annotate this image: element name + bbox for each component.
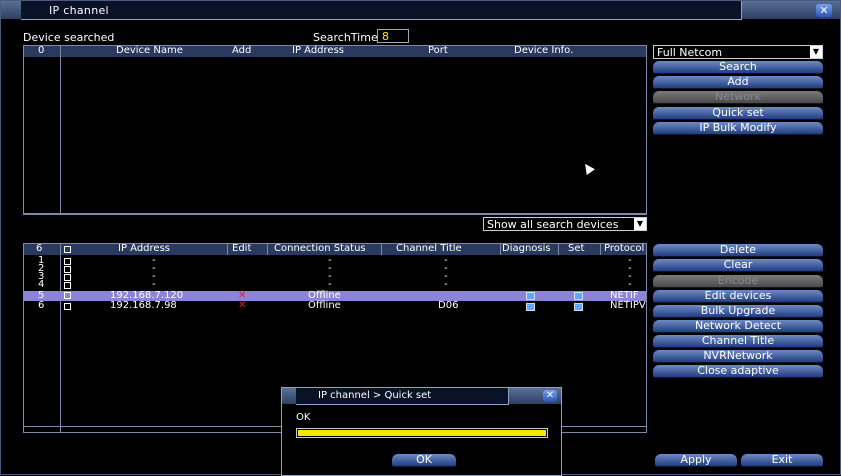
network-detect-button[interactable]: Network Detect xyxy=(653,320,823,332)
col-header-edit: Edit xyxy=(232,243,252,254)
close-icon[interactable]: ✕ xyxy=(543,390,557,402)
row-protocol: NETIPV xyxy=(610,300,646,311)
settings-icon[interactable] xyxy=(574,303,583,311)
clear-button[interactable]: Clear xyxy=(653,259,823,271)
col-header-device-name: Device Name xyxy=(116,45,183,56)
header-divider xyxy=(500,244,501,255)
col-header-add: Add xyxy=(232,45,252,56)
protocol-select-value: Full Netcom xyxy=(657,46,723,59)
col-header-diagnosis: Diagnosis xyxy=(502,243,551,254)
col-header-connection-status: Connection Status xyxy=(274,243,366,254)
channel-title-button[interactable]: Channel Title xyxy=(653,335,823,347)
table-bottom-rule xyxy=(24,213,646,214)
col-header-set: Set xyxy=(568,243,585,254)
row-connection-status: Offline xyxy=(308,300,341,311)
device-count: 6 xyxy=(36,243,43,254)
search-results-table: 0 Device Name Add IP Address Port Device… xyxy=(23,45,647,215)
dialog-message: OK xyxy=(296,412,311,423)
window-title: IP channel xyxy=(49,4,109,17)
row-number: 6 xyxy=(38,300,45,311)
diagnosis-icon[interactable] xyxy=(526,292,535,300)
settings-icon[interactable] xyxy=(574,292,583,300)
row-channel-title: D06 xyxy=(438,300,459,311)
col-header-protocol: Protocol xyxy=(604,243,645,254)
encode-button[interactable]: Encode xyxy=(653,275,823,287)
header-divider xyxy=(267,244,268,255)
ok-button[interactable]: OK xyxy=(392,454,456,466)
quick-set-progress-bar xyxy=(296,428,548,438)
nvr-network-button[interactable]: NVRNetwork xyxy=(653,350,823,362)
table-row[interactable]: 2---- xyxy=(24,264,646,274)
table-row[interactable]: 6 192.168.7.98 Offline D06 NETIPV ✕ xyxy=(24,300,646,311)
row-protocol: - xyxy=(628,279,632,290)
row-checkbox[interactable] xyxy=(64,282,71,289)
add-button[interactable]: Add xyxy=(653,76,823,88)
device-searched-label: Device searched xyxy=(23,31,115,44)
header-divider xyxy=(558,244,559,255)
chevron-down-icon[interactable]: ▼ xyxy=(810,46,822,58)
network-button[interactable]: Network xyxy=(653,91,823,103)
diagnosis-icon[interactable] xyxy=(526,303,535,311)
search-filter-value: Show all search devices xyxy=(487,218,619,231)
row-channel-title: - xyxy=(444,279,448,290)
ip-channel-window: IP channel ✕ Device searched SearchTime … xyxy=(0,0,841,476)
col-header-port: Port xyxy=(428,45,448,56)
chevron-down-icon[interactable]: ▼ xyxy=(634,218,646,230)
title-tab xyxy=(21,1,742,20)
close-adaptive-button[interactable]: Close adaptive xyxy=(653,365,823,377)
dialog-title: IP channel > Quick set xyxy=(318,390,432,401)
row-checkbox[interactable] xyxy=(64,266,71,273)
header-divider xyxy=(600,244,601,255)
title-bar: IP channel ✕ xyxy=(1,1,840,20)
col-header-ip-address: IP Address xyxy=(292,45,344,56)
select-all-checkbox[interactable] xyxy=(64,246,71,253)
row-checkbox[interactable] xyxy=(64,274,71,281)
row-ip-address: 192.168.7.98 xyxy=(110,300,177,311)
row-checkbox[interactable] xyxy=(64,292,71,299)
col-header-channel-title: Channel Title xyxy=(396,243,462,254)
row-checkbox[interactable] xyxy=(64,258,71,265)
row-checkbox[interactable] xyxy=(64,303,71,310)
search-time-input[interactable]: 8 xyxy=(377,29,409,43)
bulk-upgrade-button[interactable]: Bulk Upgrade xyxy=(653,305,823,317)
search-button[interactable]: Search xyxy=(653,61,823,73)
col-header-ip-address: IP Address xyxy=(118,243,170,254)
row-connection-status: - xyxy=(328,279,332,290)
table-row[interactable]: 3---- xyxy=(24,272,646,282)
search-filter-select[interactable]: Show all search devices ▼ xyxy=(483,217,647,231)
progress-fill xyxy=(298,430,546,436)
column-divider xyxy=(60,46,61,214)
col-header-device-info: Device Info. xyxy=(514,45,574,56)
apply-button[interactable]: Apply xyxy=(655,454,737,466)
quick-set-button[interactable]: Quick set xyxy=(653,107,823,119)
ip-bulk-modify-button[interactable]: IP Bulk Modify xyxy=(653,122,823,134)
col-header-index: 0 xyxy=(38,45,45,56)
exit-button[interactable]: Exit xyxy=(741,454,823,466)
row-ip-address: - xyxy=(152,279,156,290)
row-number: 4 xyxy=(38,279,45,290)
search-table-header: 0 Device Name Add IP Address Port Device… xyxy=(24,45,646,57)
quick-set-dialog: IP channel > Quick set ✕ OK OK xyxy=(281,387,562,476)
protocol-select[interactable]: Full Netcom ▼ xyxy=(653,45,823,59)
table-row[interactable]: 4 - - - - xyxy=(24,279,646,290)
close-icon[interactable]: ✕ xyxy=(816,4,832,17)
delete-x-icon[interactable]: ✕ xyxy=(238,301,246,311)
header-divider xyxy=(381,244,382,255)
header-divider xyxy=(227,244,228,255)
edit-devices-button[interactable]: Edit devices xyxy=(653,290,823,302)
table-row[interactable]: 1---- xyxy=(24,256,646,266)
delete-button[interactable]: Delete xyxy=(653,244,823,256)
search-time-label: SearchTime xyxy=(313,31,378,44)
added-table-header: 6 IP Address Edit Connection Status Chan… xyxy=(24,243,646,255)
dialog-title-bar: IP channel > Quick set ✕ xyxy=(282,388,561,405)
